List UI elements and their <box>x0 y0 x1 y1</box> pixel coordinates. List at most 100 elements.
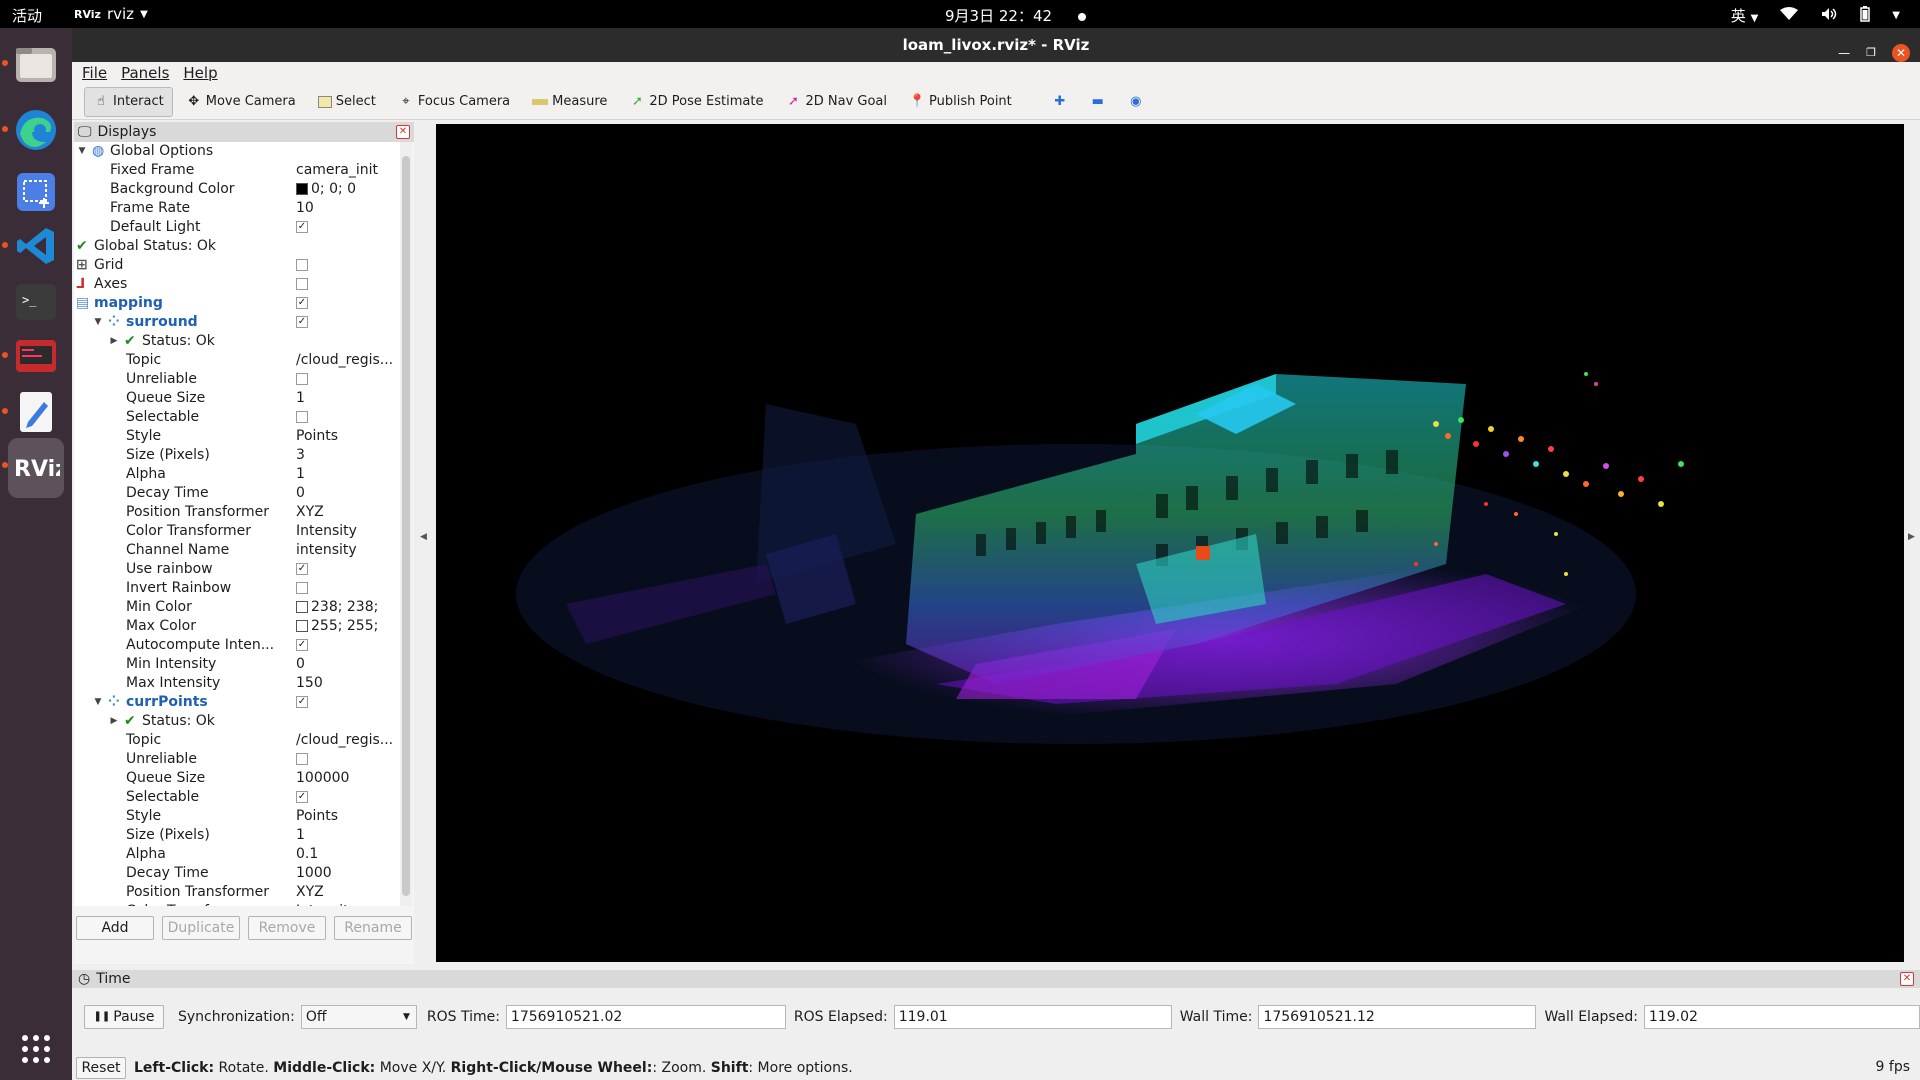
tree-row-value[interactable]: /cloud_regis... <box>296 351 400 370</box>
tree-row-value[interactable]: XYZ <box>296 883 400 902</box>
tree-row[interactable]: Decay Time 1000 <box>74 864 400 883</box>
checkbox-checked[interactable]: ✓ <box>296 563 308 575</box>
sync-select[interactable]: Off ▼ <box>300 1005 417 1029</box>
tree-row[interactable]: Channel Name intensity <box>74 541 400 560</box>
checkbox-checked[interactable]: ✓ <box>296 696 308 708</box>
show-apps-button[interactable] <box>8 1021 64 1077</box>
tree-row[interactable]: Position Transformer XYZ <box>74 883 400 902</box>
input-method-indicator[interactable]: 英 ▼ <box>1731 5 1759 26</box>
close-window-button[interactable]: ✕ <box>1892 44 1910 62</box>
checkbox-checked[interactable]: ✓ <box>296 639 308 651</box>
tree-row[interactable]: Frame Rate 10 <box>74 199 400 218</box>
tree-row-value[interactable] <box>296 712 400 731</box>
dock-terminal[interactable]: >_ <box>8 274 64 330</box>
duplicate-display-button[interactable]: Duplicate <box>162 916 240 940</box>
tree-row[interactable]: Position Transformer XYZ <box>74 503 400 522</box>
close-panel-icon[interactable]: ✕ <box>396 125 410 139</box>
tool-properties-button[interactable]: ◉ <box>1119 87 1153 117</box>
tree-row[interactable]: ▶ ✔ Status: Ok <box>74 332 400 351</box>
right-splitter[interactable]: ▶ <box>1906 122 1920 964</box>
tree-row-value[interactable]: 0.1 <box>296 845 400 864</box>
tree-row[interactable]: Default Light ✓ <box>74 218 400 237</box>
tree-row[interactable]: Color Transformer Intensity <box>74 522 400 541</box>
tree-row-value[interactable] <box>296 370 400 389</box>
tree-row-value[interactable]: Points <box>296 427 400 446</box>
tree-row-value[interactable] <box>296 237 400 256</box>
tree-row[interactable]: Unreliable <box>74 750 400 769</box>
battery-icon[interactable] <box>1860 5 1871 26</box>
tree-row-value[interactable]: 0 <box>296 655 400 674</box>
dock-vscode[interactable] <box>2 218 64 274</box>
publish-point-tool[interactable]: 📍 Publish Point <box>900 87 1021 117</box>
tree-row-value[interactable]: 1000 <box>296 864 400 883</box>
tree-row-value[interactable] <box>296 275 400 294</box>
tree-row[interactable]: ▼ ◍ Global Options <box>74 142 400 161</box>
reset-button[interactable]: Reset <box>76 1056 126 1079</box>
tree-row-value[interactable] <box>296 256 400 275</box>
color-swatch[interactable] <box>296 620 308 632</box>
left-splitter[interactable]: ◀ <box>416 122 434 964</box>
wall-time-field[interactable]: 1756910521.12 <box>1258 1005 1537 1029</box>
tree-row[interactable]: Style Points <box>74 427 400 446</box>
pose-estimate-tool[interactable]: ➚ 2D Pose Estimate <box>620 87 772 117</box>
tree-row-value[interactable] <box>296 750 400 769</box>
tree-row[interactable]: Size (Pixels) 3 <box>74 446 400 465</box>
tree-row[interactable]: Max Intensity 150 <box>74 674 400 693</box>
tree-row-value[interactable]: 0 <box>296 484 400 503</box>
expand-arrow-icon[interactable]: ▼ <box>92 693 104 712</box>
checkbox-checked[interactable]: ✓ <box>296 316 308 328</box>
tree-row[interactable]: Style Points <box>74 807 400 826</box>
tree-row-value[interactable]: 1 <box>296 389 400 408</box>
system-tray[interactable]: 英 ▼ ▼ <box>1731 5 1900 26</box>
checkbox-unchecked[interactable] <box>296 411 308 423</box>
tree-row-value[interactable]: ✓ <box>296 693 400 712</box>
tree-row-value[interactable]: ✓ <box>296 313 400 332</box>
collapse-arrow-icon[interactable]: ▶ <box>108 712 120 731</box>
restore-icon[interactable]: ❐ <box>1866 36 1876 70</box>
tree-row-value[interactable]: 10 <box>296 199 400 218</box>
dock-rviz[interactable]: RViz <box>2 438 64 498</box>
tree-row-value[interactable]: 150 <box>296 674 400 693</box>
tree-row[interactable]: Selectable ✓ <box>74 788 400 807</box>
move-camera-tool[interactable]: ✥ Move Camera <box>177 87 305 117</box>
tree-row[interactable]: Decay Time 0 <box>74 484 400 503</box>
dock-app-red[interactable] <box>2 328 64 384</box>
color-swatch[interactable] <box>296 601 308 613</box>
tree-row-value[interactable]: 3 <box>296 446 400 465</box>
tree-row-value[interactable]: intensity <box>296 541 400 560</box>
focus-camera-tool[interactable]: ⌖ Focus Camera <box>389 87 519 117</box>
tree-row[interactable]: Queue Size 1 <box>74 389 400 408</box>
menu-panels[interactable]: Panels <box>121 64 169 82</box>
tree-row[interactable]: Topic/cloud_regis... <box>74 351 400 370</box>
tree-row[interactable]: Fixed Frame camera_init <box>74 161 400 180</box>
tree-row-value[interactable]: 255; 255; <box>296 617 400 636</box>
close-panel-icon[interactable]: ✕ <box>1900 972 1914 986</box>
checkbox-unchecked[interactable] <box>296 278 308 290</box>
tree-row-value[interactable] <box>296 408 400 427</box>
tree-row[interactable]: Size (Pixels) 1 <box>74 826 400 845</box>
tree-row-value[interactable]: Intensity <box>296 522 400 541</box>
displays-tree[interactable]: ▼ ◍ Global Options Fixed Frame camera_init Ba… <box>74 142 400 906</box>
tree-row[interactable]: Alpha 1 <box>74 465 400 484</box>
tree-row[interactable]: Min Intensity 0 <box>74 655 400 674</box>
tree-row[interactable]: Selectable <box>74 408 400 427</box>
dock-text-editor[interactable] <box>2 384 64 440</box>
checkbox-checked[interactable]: ✓ <box>296 221 308 233</box>
tree-row-value[interactable]: ✓ <box>296 218 400 237</box>
tree-row[interactable]: ▶⅃Axes <box>74 275 400 294</box>
tree-row-value[interactable] <box>296 142 400 161</box>
render-3d-view[interactable] <box>436 124 1904 962</box>
tree-row-value[interactable] <box>296 332 400 351</box>
collapse-right-icon[interactable]: ▶ <box>1908 532 1915 542</box>
tree-row[interactable]: ▶✔Global Status: Ok <box>74 237 400 256</box>
tree-row-value[interactable]: 100000 <box>296 769 400 788</box>
app-menu[interactable]: RViz rviz ▼ <box>74 5 148 23</box>
ros-elapsed-field[interactable]: 119.01 <box>893 1005 1172 1029</box>
interact-tool[interactable]: ☝ Interact <box>84 86 173 117</box>
tree-row[interactable]: Use rainbow ✓ <box>74 560 400 579</box>
tree-row[interactable]: Unreliable <box>74 370 400 389</box>
collapse-left-icon[interactable]: ◀ <box>420 532 427 542</box>
tree-row[interactable]: Queue Size 100000 <box>74 769 400 788</box>
checkbox-unchecked[interactable] <box>296 373 308 385</box>
tree-row[interactable]: Alpha 0.1 <box>74 845 400 864</box>
